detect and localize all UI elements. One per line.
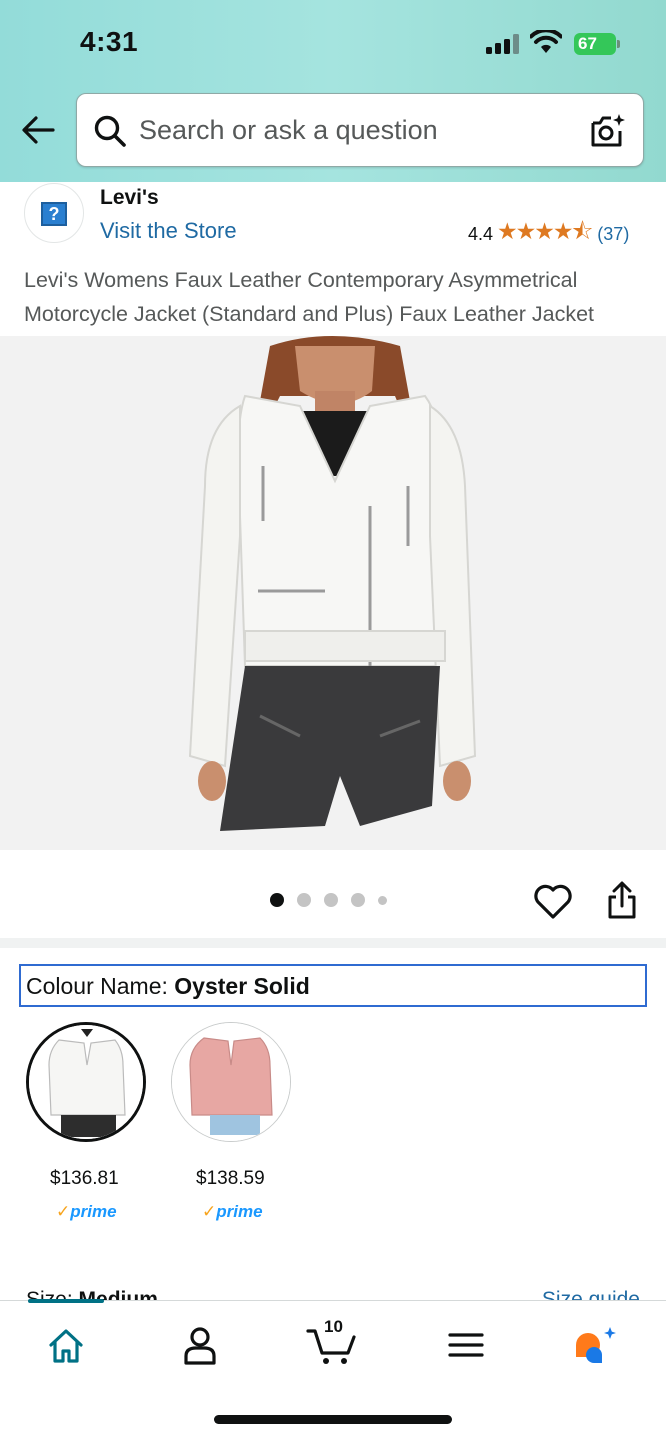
rating-value: 4.4 xyxy=(468,223,494,244)
search-input[interactable] xyxy=(139,108,579,152)
carousel-dot-2[interactable] xyxy=(297,893,311,907)
oyster-jacket-thumbnail xyxy=(29,1025,143,1139)
colour-value: Oyster Solid xyxy=(174,973,310,999)
colour-name-heading: Colour Name: Oyster Solid xyxy=(19,964,647,1007)
prime-check-icon: ✓ xyxy=(56,1202,71,1221)
colour-option-price-1: $136.81 xyxy=(50,1168,119,1189)
image-carousel-indicator[interactable] xyxy=(270,893,400,907)
carousel-dot-1[interactable] xyxy=(270,893,284,907)
jacket-photo xyxy=(0,336,666,850)
pink-jacket-thumbnail xyxy=(172,1023,290,1141)
visit-store-link[interactable]: Visit the Store xyxy=(100,218,237,244)
battery-icon: 67 xyxy=(574,33,620,55)
carousel-dot-5[interactable] xyxy=(378,895,387,905)
back-arrow-icon[interactable] xyxy=(20,112,56,148)
search-bar[interactable] xyxy=(76,93,644,167)
cart-count: 10 xyxy=(324,1317,343,1336)
colour-swatch-oyster[interactable] xyxy=(26,1022,146,1142)
carousel-dot-4[interactable] xyxy=(351,893,365,907)
prime-badge-2: ✓prime xyxy=(202,1202,263,1221)
account-icon[interactable] xyxy=(176,1323,224,1367)
battery-level: 67 xyxy=(578,34,597,53)
share-icon[interactable] xyxy=(604,880,640,920)
rating-summary[interactable]: 4.4 ★★★★⯪ (37) xyxy=(468,218,629,246)
section-divider xyxy=(0,938,666,948)
product-image[interactable] xyxy=(0,336,666,850)
home-indicator xyxy=(214,1415,452,1424)
search-icon xyxy=(94,115,126,147)
brand-name: Levi's xyxy=(100,186,159,209)
wishlist-heart-icon[interactable] xyxy=(533,882,573,920)
prime-badge-1: ✓prime xyxy=(56,1202,117,1221)
menu-icon[interactable] xyxy=(442,1323,490,1367)
rufus-assistant-icon[interactable] xyxy=(572,1323,620,1367)
header: 4:31 67 xyxy=(0,0,666,182)
camera-search-icon[interactable] xyxy=(589,112,627,150)
cart-button[interactable]: 10 xyxy=(306,1317,360,1367)
home-icon[interactable] xyxy=(42,1323,90,1367)
colour-swatch-pink[interactable] xyxy=(171,1022,291,1142)
prime-check-icon: ✓ xyxy=(202,1202,217,1221)
placeholder-image-icon: ? xyxy=(41,202,67,226)
colour-label: Colour Name: xyxy=(26,973,175,999)
carousel-dot-3[interactable] xyxy=(324,893,338,907)
status-time: 4:31 xyxy=(80,26,139,57)
wifi-icon xyxy=(530,30,562,53)
star-rating-icon: ★★★★⯪ xyxy=(497,217,593,244)
product-title: Levi's Womens Faux Leather Contemporary … xyxy=(24,268,595,326)
cellular-signal-icon xyxy=(486,34,520,54)
review-count[interactable]: (37) xyxy=(597,224,629,245)
colour-option-price-2: $138.59 xyxy=(196,1168,265,1189)
brand-logo[interactable]: ? xyxy=(24,183,84,243)
active-tab-indicator xyxy=(28,1299,104,1303)
